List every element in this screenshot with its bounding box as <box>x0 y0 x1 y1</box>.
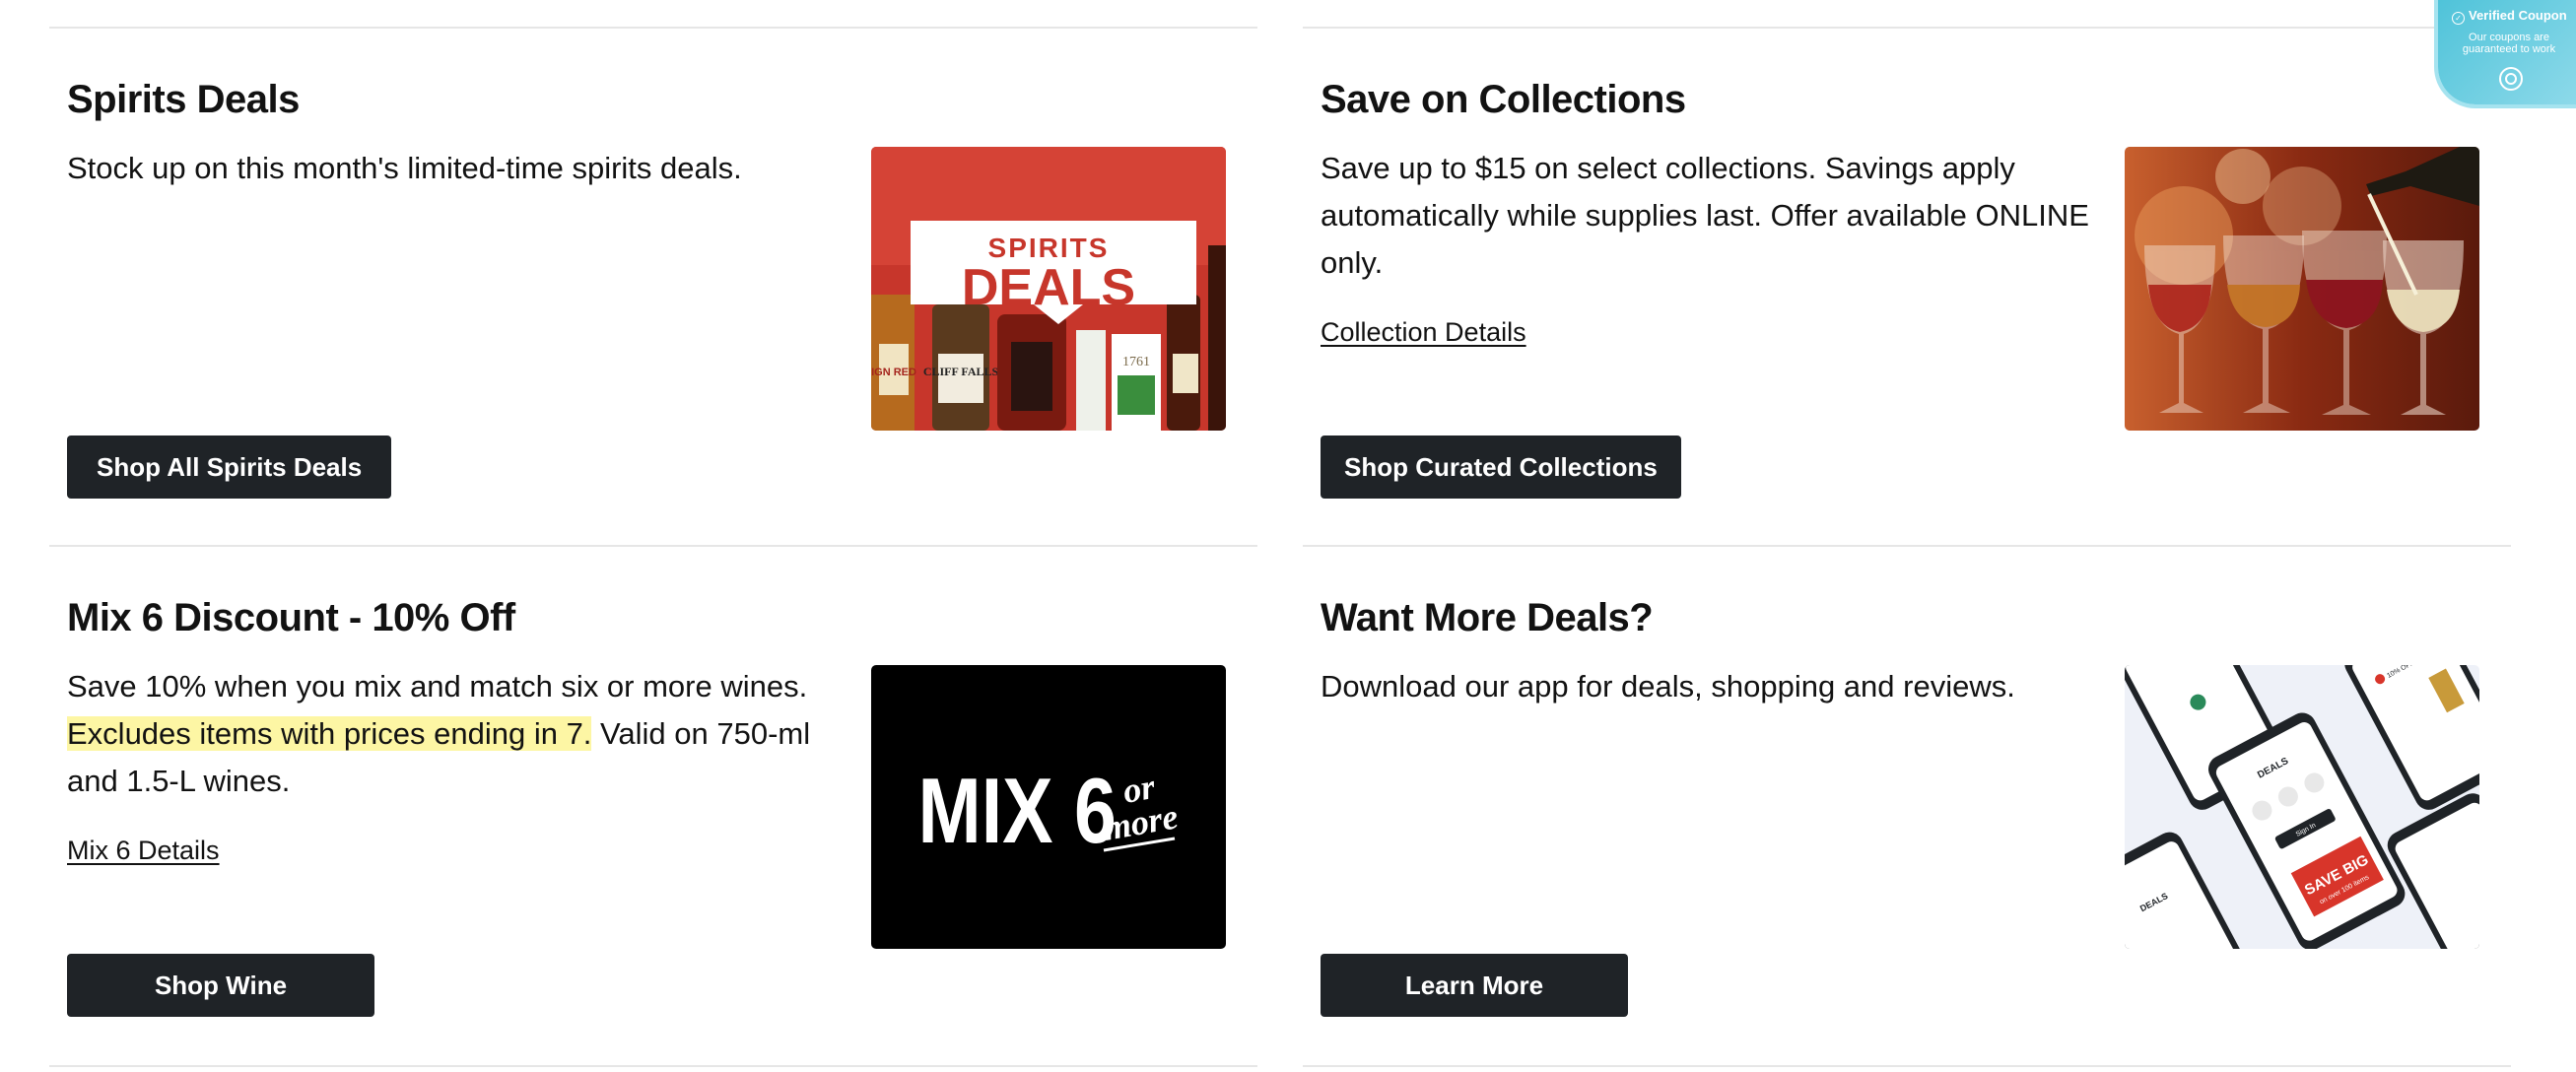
verified-title-text: Verified Coupon <box>2469 8 2567 23</box>
shop-wine-button[interactable]: Shop Wine <box>67 954 374 1017</box>
card-description: Stock up on this month's limited-time sp… <box>67 151 742 185</box>
mix-6-details-link[interactable]: Mix 6 Details <box>67 833 220 868</box>
want-more-deals-card: Want More Deals? Download our app for de… <box>1303 545 2511 1067</box>
app-deals-image[interactable]: DEALS DEALS Sign In SAVE BIG on over 100… <box>2125 665 2479 949</box>
card-description: Save 10% when you mix and match six or m… <box>67 663 816 805</box>
mix-6-discount-card: Mix 6 Discount - 10% Off Save 10% when y… <box>49 545 1257 1067</box>
mix-6-image[interactable]: MIX 6 or more <box>871 665 1226 949</box>
app-phones-illustration: DEALS DEALS Sign In SAVE BIG on over 100… <box>2125 665 2479 949</box>
shop-all-spirits-deals-button[interactable]: Shop All Spirits Deals <box>67 436 392 499</box>
spirits-deals-illustration: IGN RED CLIFF FALLS 1761 SPIRITS DEALS <box>871 147 1226 431</box>
card-title: Mix 6 Discount - 10% Off <box>67 596 515 639</box>
description-text: Save 10% when you mix and match six or m… <box>67 669 808 704</box>
verified-coupon-badge[interactable]: ✓ Verified Coupon Our coupons are guarant… <box>2438 0 2576 104</box>
wine-glasses-image[interactable] <box>2125 147 2479 431</box>
coupon-logo-icon <box>2499 67 2523 91</box>
learn-more-button[interactable]: Learn More <box>1321 954 1628 1017</box>
verified-coupon-subtitle: Our coupons are guaranteed to work <box>2462 32 2556 55</box>
spirits-banner-bottom: DEALS <box>962 259 1135 316</box>
card-title: Want More Deals? <box>1321 596 1654 639</box>
wine-glasses-illustration <box>2125 147 2479 431</box>
deals-grid: Spirits Deals Stock up on this month's l… <box>49 27 2513 1067</box>
check-circle-icon: ✓ <box>2452 12 2465 25</box>
spirits-deals-card: Spirits Deals Stock up on this month's l… <box>49 27 1257 547</box>
card-title: Spirits Deals <box>67 78 300 121</box>
card-title: Save on Collections <box>1321 78 1686 121</box>
spirits-deals-image[interactable]: IGN RED CLIFF FALLS 1761 SPIRITS DEALS <box>871 147 1226 431</box>
bottle-label: IGN RED <box>871 367 916 378</box>
mix-6-illustration: MIX 6 or more <box>871 665 1226 949</box>
card-description: Download our app for deals, shopping and… <box>1321 669 2015 704</box>
mix-6-text: MIX 6 <box>918 760 1117 863</box>
collection-details-link[interactable]: Collection Details <box>1321 314 1526 350</box>
bottle-label: CLIFF FALLS <box>923 365 999 378</box>
shop-curated-collections-button[interactable]: Shop Curated Collections <box>1321 436 1681 499</box>
description-highlight: Excludes items with prices ending in 7. <box>67 716 592 751</box>
card-description: Save up to $15 on select collections. Sa… <box>1321 151 2089 280</box>
bottle-label: 1761 <box>1122 355 1150 369</box>
verified-coupon-title: ✓ Verified Coupon <box>2452 8 2567 25</box>
save-on-collections-card: Save on Collections Save up to $15 on se… <box>1303 27 2511 547</box>
